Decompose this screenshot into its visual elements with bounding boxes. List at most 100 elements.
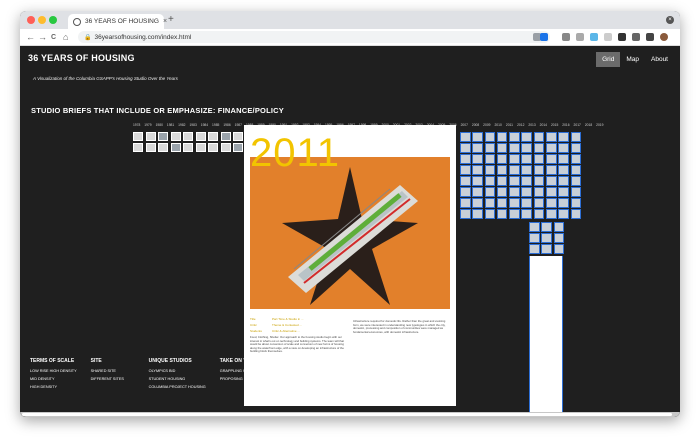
year-label[interactable]: 2016 xyxy=(560,123,571,127)
studio-thumbnail[interactable] xyxy=(233,142,243,152)
studio-thumbnail[interactable] xyxy=(484,209,496,219)
studio-thumbnail[interactable] xyxy=(460,198,471,208)
year-label[interactable]: 1981 xyxy=(165,123,176,127)
studio-thumbnail[interactable] xyxy=(521,143,532,153)
studio-thumbnail[interactable] xyxy=(558,198,569,208)
studio-thumbnail[interactable] xyxy=(233,132,243,141)
minimize-window-button[interactable] xyxy=(38,16,46,24)
studio-thumbnail[interactable] xyxy=(546,154,557,164)
studio-thumbnail[interactable] xyxy=(509,132,520,142)
search-icon[interactable] xyxy=(618,33,626,41)
horizontal-scrollbar[interactable] xyxy=(20,412,680,417)
address-bar[interactable]: 🔒 36yearsofhousing.com/index.html xyxy=(78,31,550,43)
year-label[interactable]: 1987 xyxy=(233,123,244,127)
year-label[interactable]: 2009 xyxy=(481,123,492,127)
studio-thumbnail[interactable] xyxy=(558,165,569,175)
studio-thumbnail[interactable] xyxy=(496,198,508,208)
studio-thumbnail[interactable] xyxy=(472,165,483,175)
filter-option[interactable]: STUDENT HOUSING xyxy=(149,377,206,381)
year-label[interactable]: 1979 xyxy=(142,123,153,127)
studio-thumbnail[interactable] xyxy=(529,222,540,232)
window-close-icon[interactable]: × xyxy=(666,16,674,24)
studio-thumbnail[interactable] xyxy=(484,143,496,153)
studio-thumbnail[interactable] xyxy=(570,143,582,153)
studio-thumbnail[interactable] xyxy=(570,154,582,164)
year-label[interactable]: 2010 xyxy=(493,123,504,127)
studio-thumbnail[interactable] xyxy=(509,154,520,164)
studio-thumbnail[interactable] xyxy=(570,165,582,175)
extension-icon[interactable] xyxy=(632,33,640,41)
studio-thumbnail[interactable] xyxy=(484,198,496,208)
studio-thumbnail[interactable] xyxy=(558,143,569,153)
studio-thumbnail[interactable] xyxy=(460,132,471,142)
year-label[interactable]: 2015 xyxy=(549,123,560,127)
studio-thumbnail[interactable] xyxy=(460,176,471,186)
studio-thumbnail[interactable] xyxy=(509,187,520,197)
studio-detail-card[interactable]: 2011 Title Part Time & Studio in ... Cri… xyxy=(244,125,456,406)
year-label[interactable]: 1983 xyxy=(187,123,198,127)
nav-grid[interactable]: Grid xyxy=(596,52,621,67)
back-icon[interactable]: ← xyxy=(26,31,35,43)
year-label[interactable]: 2011 xyxy=(504,123,515,127)
studio-thumbnail[interactable] xyxy=(195,142,206,152)
studio-thumbnail[interactable] xyxy=(570,176,582,186)
studio-thumbnail[interactable] xyxy=(472,176,483,186)
studio-thumbnail[interactable] xyxy=(472,154,483,164)
year-label[interactable]: 2017 xyxy=(572,123,583,127)
year-label[interactable]: 2008 xyxy=(470,123,481,127)
filter-option[interactable]: COLUMBIA PROJECT HOUSING xyxy=(149,385,206,389)
studio-thumbnail[interactable] xyxy=(472,209,483,219)
new-tab-button[interactable]: + xyxy=(168,14,174,26)
studio-thumbnail[interactable] xyxy=(509,143,520,153)
filter-option[interactable]: SHARED SITE xyxy=(91,369,135,373)
studio-thumbnail[interactable] xyxy=(509,176,520,186)
year-label[interactable]: 2014 xyxy=(538,123,549,127)
year-label[interactable]: 2007 xyxy=(459,123,470,127)
studio-thumbnail[interactable] xyxy=(521,132,532,142)
studio-thumbnail[interactable] xyxy=(484,165,496,175)
studio-thumbnail[interactable] xyxy=(183,132,193,141)
year-label[interactable]: 1980 xyxy=(154,123,165,127)
studio-thumbnail[interactable] xyxy=(220,132,231,141)
studio-thumbnail[interactable] xyxy=(546,176,557,186)
studio-thumbnail[interactable] xyxy=(546,165,557,175)
studio-thumbnail[interactable] xyxy=(484,132,496,142)
site-title[interactable]: 36 YEARS OF HOUSING xyxy=(28,53,135,63)
studio-thumbnail[interactable] xyxy=(546,132,557,142)
studio-thumbnail[interactable] xyxy=(546,187,557,197)
studio-thumbnail[interactable] xyxy=(570,209,582,219)
studio-thumbnail[interactable] xyxy=(496,154,508,164)
studio-thumbnail[interactable] xyxy=(521,209,532,219)
studio-thumbnail[interactable] xyxy=(533,143,545,153)
studio-thumbnail[interactable] xyxy=(484,187,496,197)
filter-option[interactable]: OLYMPICS BID xyxy=(149,369,206,373)
year-label[interactable]: 2013 xyxy=(526,123,537,127)
scrollbar-thumb[interactable] xyxy=(22,413,672,416)
nav-about[interactable]: About xyxy=(645,52,674,67)
studio-thumbnail[interactable] xyxy=(541,233,552,243)
studio-thumbnail[interactable] xyxy=(145,142,156,152)
studio-thumbnail[interactable] xyxy=(133,142,143,152)
studio-thumbnail[interactable] xyxy=(553,233,565,243)
year-label[interactable]: 1982 xyxy=(176,123,187,127)
studio-thumbnail[interactable] xyxy=(570,187,582,197)
studio-thumbnail[interactable] xyxy=(529,244,540,254)
studio-thumbnail[interactable] xyxy=(170,132,181,141)
studio-thumbnail[interactable] xyxy=(183,142,193,152)
browser-tab[interactable]: 36 YEARS OF HOUSING × xyxy=(68,14,167,29)
studio-thumbnail[interactable] xyxy=(208,132,218,141)
studio-thumbnail[interactable] xyxy=(533,209,545,219)
studio-thumbnail[interactable] xyxy=(509,198,520,208)
studio-thumbnail[interactable] xyxy=(133,132,143,141)
studio-thumbnail[interactable] xyxy=(220,142,231,152)
extension-icon[interactable] xyxy=(576,33,584,41)
studio-thumbnail[interactable] xyxy=(158,132,168,141)
studio-thumbnail[interactable] xyxy=(521,198,532,208)
nav-map[interactable]: Map xyxy=(620,52,645,67)
studio-thumbnail[interactable] xyxy=(533,187,545,197)
year-label[interactable]: 1984 xyxy=(199,123,210,127)
maximize-window-button[interactable] xyxy=(49,16,57,24)
studio-thumbnail[interactable] xyxy=(484,176,496,186)
year-label[interactable]: 1986 xyxy=(221,123,232,127)
studio-thumbnail[interactable] xyxy=(558,209,569,219)
